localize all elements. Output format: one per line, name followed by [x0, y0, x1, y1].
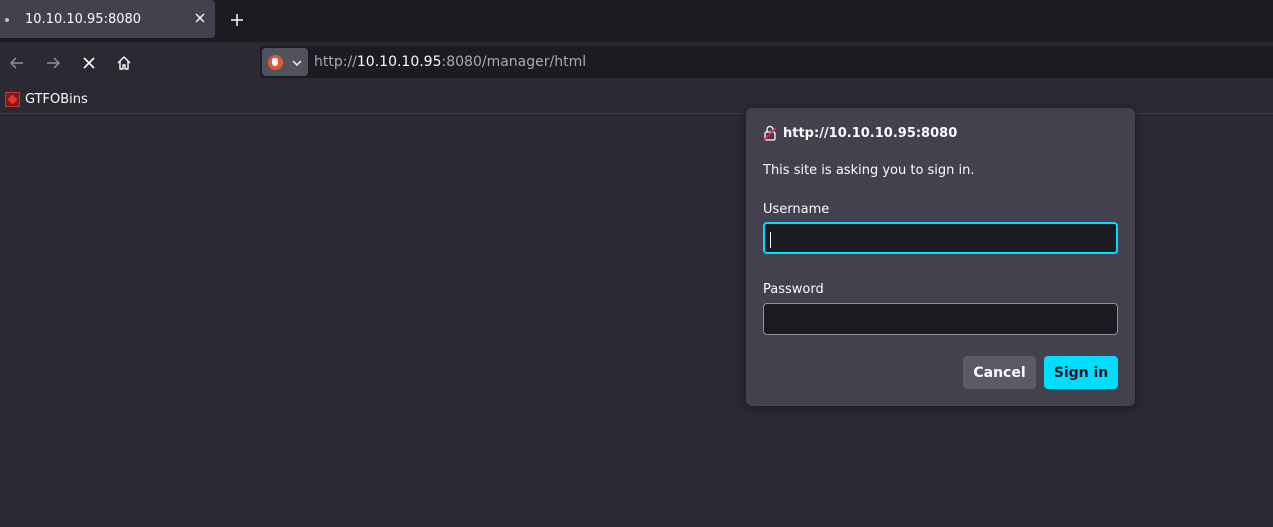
- sign-in-dialog: http://10.10.10.95:8080 This site is ask…: [746, 108, 1135, 406]
- password-label: Password: [763, 282, 824, 297]
- home-icon[interactable]: [113, 52, 135, 74]
- bookmark-favicon: [5, 91, 20, 107]
- tab-loading-dot: [5, 18, 9, 22]
- forward-arrow-icon[interactable]: [42, 52, 64, 74]
- stop-icon[interactable]: [78, 52, 100, 74]
- search-engine-button[interactable]: [262, 48, 308, 76]
- url-bar[interactable]: http://10.10.10.95:8080/manager/html: [260, 46, 1273, 78]
- url-host: 10.10.10.95: [356, 54, 442, 70]
- bookmark-gtfobins[interactable]: GTFOBins: [5, 90, 88, 108]
- tab-bar: 10.10.10.95:8080: [0, 0, 1273, 42]
- duckduckgo-icon: [268, 55, 283, 70]
- navigation-toolbar: http://10.10.10.95:8080/manager/html: [0, 42, 1273, 84]
- tab-close-icon[interactable]: [192, 10, 208, 26]
- username-label: Username: [763, 202, 830, 217]
- sign-in-button[interactable]: Sign in: [1044, 356, 1118, 389]
- cancel-button[interactable]: Cancel: [963, 356, 1036, 389]
- dialog-message: This site is asking you to sign in.: [763, 163, 975, 178]
- tab-active[interactable]: 10.10.10.95:8080: [0, 0, 215, 38]
- plus-icon[interactable]: [228, 11, 246, 29]
- url-text[interactable]: http://10.10.10.95:8080/manager/html: [314, 54, 586, 70]
- dialog-origin: http://10.10.10.95:8080: [783, 125, 958, 141]
- dialog-header: http://10.10.10.95:8080: [763, 125, 957, 141]
- password-field[interactable]: [763, 303, 1118, 335]
- text-caret: [770, 232, 771, 248]
- tab-title: 10.10.10.95:8080: [25, 12, 142, 27]
- back-arrow-icon[interactable]: [6, 52, 28, 74]
- url-path: :8080/manager/html: [441, 54, 587, 70]
- url-scheme: http://: [314, 54, 357, 70]
- bookmark-label: GTFOBins: [25, 91, 88, 107]
- chevron-down-icon: [292, 60, 302, 66]
- insecure-lock-icon: [763, 125, 777, 141]
- username-field[interactable]: [763, 222, 1118, 254]
